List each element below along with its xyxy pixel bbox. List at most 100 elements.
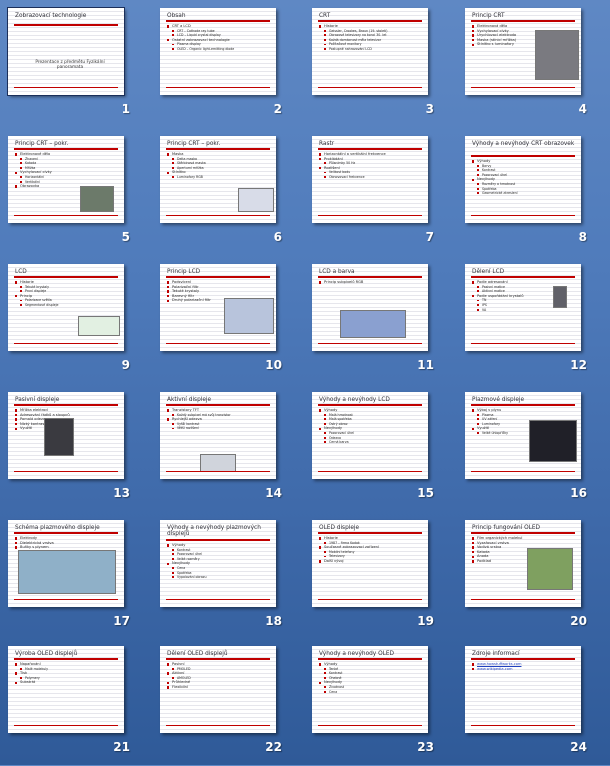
bullet-item: Geometrické zkreslení xyxy=(477,191,578,196)
slide-thumbnail-3[interactable]: CRT Historie Geissler, Crookes, Braun (19.… xyxy=(304,2,456,128)
plasma-schema-picture xyxy=(18,550,116,594)
title-divider xyxy=(166,539,270,541)
footer-divider xyxy=(471,470,575,472)
slide-thumbnail-9[interactable]: LCD Historie Tekuté krystaly První displeje… xyxy=(0,258,152,384)
slide-thumbnail-24[interactable]: Zdroje informací www.howstuffworks.com www… xyxy=(457,640,609,766)
slide-thumbnail-4[interactable]: Princip CRT Elektronová děla Vychylovací c… xyxy=(457,2,609,128)
slide-preview[interactable]: Pasivní displeje Mřížka elektrod Adresován… xyxy=(8,392,124,479)
slide-thumbnail-11[interactable]: LCD a barva Princip subpixelů RGB 11 xyxy=(304,258,456,384)
title-divider xyxy=(166,20,270,22)
slide-number: 9 xyxy=(121,358,130,372)
footer-divider xyxy=(471,598,575,600)
title-divider xyxy=(318,658,422,660)
slide-preview[interactable]: Výroba OLED displejů Napařování Malé molek… xyxy=(8,646,124,733)
slide-number: 8 xyxy=(578,230,587,244)
slide-preview[interactable]: Výhody a nevýhody OLED Výhody Tenké Kontras… xyxy=(312,646,428,733)
slide-number: 15 xyxy=(417,486,434,500)
bullet-item: Segmentové displeje xyxy=(20,303,77,308)
bullet-item: Cena xyxy=(324,690,425,695)
slide-preview[interactable]: LCD a barva Princip subpixelů RGB xyxy=(312,264,428,351)
slide-thumbnail-13[interactable]: Pasivní displeje Mřížka elektrod Adresován… xyxy=(0,386,152,512)
lcd-layer-diagram-picture xyxy=(224,298,274,334)
slide-thumbnail-12[interactable]: Dělení LCD Podle adresování Pasivní matice… xyxy=(457,258,609,384)
source-link[interactable]: www.wikipedia.com xyxy=(477,667,512,671)
bullet-item: Větší rozlišení xyxy=(172,426,273,431)
slide-thumbnail-15[interactable]: Výhody a nevýhody LCD Výhody Malá hmotnost… xyxy=(304,386,456,512)
slide-preview[interactable]: Princip fungování OLED Film organických m… xyxy=(465,520,581,607)
slide-title: Rastr xyxy=(319,141,335,147)
slide-thumbnail-2[interactable]: Obsah CRT a LCD CRT – Cathode ray tube LCD … xyxy=(152,2,304,128)
slide-number: 17 xyxy=(113,614,130,628)
slide-preview[interactable]: Zobrazovací technologie Prezentace z před… xyxy=(8,8,124,95)
slide-thumbnail-14[interactable]: Aktivní displeje Tranzistory TFT Každý sub… xyxy=(152,386,304,512)
slide-preview[interactable]: Princip CRT – pokr. Maska Delta maska Štěrb… xyxy=(160,136,276,223)
footer-divider xyxy=(14,214,118,216)
slide-thumbnail-21[interactable]: Výroba OLED displejů Napařování Malé molek… xyxy=(0,640,152,766)
slide-preview[interactable]: Schéma plazmového displeje Elektrody Diele… xyxy=(8,520,124,607)
title-divider xyxy=(14,532,118,534)
source-link[interactable]: www.howstuffworks.com xyxy=(477,662,521,666)
slide-title: Dělení LCD xyxy=(472,269,505,275)
slide-preview[interactable]: LCD Historie Tekuté krystaly První displeje… xyxy=(8,264,124,351)
slide-thumbnail-6[interactable]: Princip CRT – pokr. Maska Delta maska Štěrb… xyxy=(152,130,304,256)
slide-title: Obsah xyxy=(167,13,186,19)
slide-preview[interactable]: Princip CRT Elektronová děla Vychylovací c… xyxy=(465,8,581,95)
slide-title: Zobrazovací technologie xyxy=(15,13,87,19)
slide-preview[interactable]: OLED displeje Historie 1987 – firma Kodak S… xyxy=(312,520,428,607)
slide-title: Pasivní displeje xyxy=(15,397,60,403)
slide-thumbnail-23[interactable]: Výhody a nevýhody OLED Výhody Tenké Kontras… xyxy=(304,640,456,766)
footer-divider xyxy=(471,724,575,726)
tft-diagram-picture xyxy=(200,454,236,472)
slide-preview[interactable]: Plazmové displeje Výboj v plynu Plazma UV z… xyxy=(465,392,581,479)
slide-number: 11 xyxy=(417,358,434,372)
footer-divider xyxy=(14,598,118,600)
title-divider xyxy=(471,20,575,22)
slide-body: Maska Delta maska Štěrbinová maska Aperturn… xyxy=(167,152,237,180)
slide-thumbnail-7[interactable]: Rastr Horizontální a vertikální frekvence… xyxy=(304,130,456,256)
slide-number: 16 xyxy=(570,486,587,500)
footer-divider xyxy=(318,86,422,88)
slide-preview[interactable]: Obsah CRT a LCD CRT – Cathode ray tube LCD … xyxy=(160,8,276,95)
slide-preview[interactable]: CRT Historie Geissler, Crookes, Braun (19.… xyxy=(312,8,428,95)
slide-title: LCD xyxy=(15,269,27,275)
slide-preview[interactable]: Výhody a nevýhody plazmových displejů Výh… xyxy=(160,520,276,607)
slide-body: Výhody Malá hmotnost Malá spotřeba Ostrý ob… xyxy=(319,408,425,445)
slide-title: Princip fungování OLED xyxy=(472,525,541,531)
slide-thumbnail-10[interactable]: Princip LCD Podsvícení Polarizační filtr Te… xyxy=(152,258,304,384)
slide-preview[interactable]: Dělení LCD Podle adresování Pasivní matice… xyxy=(465,264,581,351)
slide-number: 3 xyxy=(425,102,434,116)
mask-diagram-picture xyxy=(238,188,274,212)
title-divider xyxy=(471,532,575,534)
slide-body: Historie Tekuté krystaly První displeje Pri… xyxy=(15,280,77,308)
slide-thumbnail-16[interactable]: Plazmové displeje Výboj v plynu Plazma UV z… xyxy=(457,386,609,512)
slide-thumbnail-17[interactable]: Schéma plazmového displeje Elektrody Diele… xyxy=(0,514,152,640)
slide-preview[interactable]: Výhody a nevýhody LCD Výhody Malá hmotnost… xyxy=(312,392,428,479)
slide-preview[interactable]: Dělení OLED displejů Pasivní PMOLED Aktivní… xyxy=(160,646,276,733)
slide-preview[interactable]: Princip CRT – pokr. Elektronové dělo Žhave… xyxy=(8,136,124,223)
slide-thumbnail-8[interactable]: Výhody a nevýhody CRT obrazovek Výhody Bar… xyxy=(457,130,609,256)
oled-layers-picture xyxy=(527,548,573,590)
footer-divider xyxy=(166,214,270,216)
footer-divider xyxy=(318,470,422,472)
title-divider xyxy=(318,404,422,406)
slide-preview[interactable]: Rastr Horizontální a vertikální frekvence… xyxy=(312,136,428,223)
slide-title: Dělení OLED displejů xyxy=(167,651,228,657)
slide-preview[interactable]: Zdroje informací www.howstuffworks.com www… xyxy=(465,646,581,733)
footer-divider xyxy=(318,214,422,216)
slide-title: Zdroje informací xyxy=(472,651,520,657)
slide-thumbnail-22[interactable]: Dělení OLED displejů Pasivní PMOLED Aktivní… xyxy=(152,640,304,766)
slide-thumbnail-20[interactable]: Princip fungování OLED Film organických m… xyxy=(457,514,609,640)
slide-title: CRT xyxy=(319,13,331,19)
passive-matrix-picture xyxy=(44,418,74,456)
slide-title: LCD a barva xyxy=(319,269,355,275)
crt-tube-picture xyxy=(535,30,579,80)
slide-thumbnail-5[interactable]: Princip CRT – pokr. Elektronové dělo Žhave… xyxy=(0,130,152,256)
slide-preview[interactable]: Princip LCD Podsvícení Polarizační filtr Te… xyxy=(160,264,276,351)
slide-preview[interactable]: Výhody a nevýhody CRT obrazovek Výhody Bar… xyxy=(465,136,581,223)
slide-number: 23 xyxy=(417,740,434,754)
slide-preview[interactable]: Aktivní displeje Tranzistory TFT Každý sub… xyxy=(160,392,276,479)
slide-thumbnail-1[interactable]: Zobrazovací technologie Prezentace z před… xyxy=(0,2,152,128)
slide-title: Princip CRT – pokr. xyxy=(15,141,69,147)
slide-thumbnail-19[interactable]: OLED displeje Historie 1987 – firma Kodak S… xyxy=(304,514,456,640)
slide-thumbnail-18[interactable]: Výhody a nevýhody plazmových displejů Výh… xyxy=(152,514,304,640)
